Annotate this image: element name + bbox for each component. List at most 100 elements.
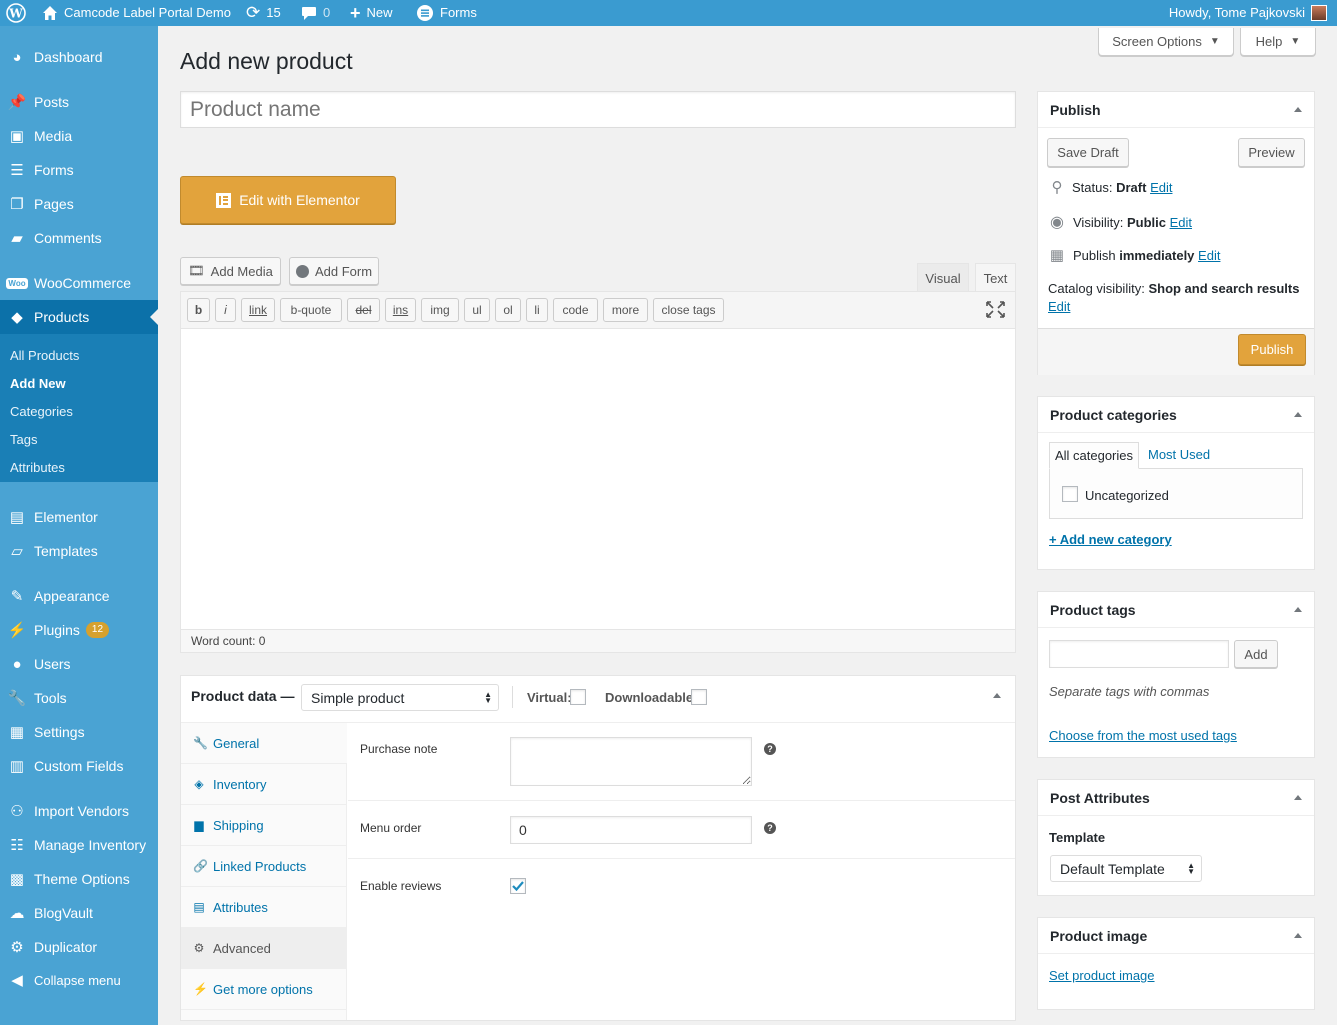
tab-general[interactable]: 🔧 General xyxy=(181,723,347,764)
collapse-toggle-icon[interactable] xyxy=(1294,412,1302,417)
collapse-toggle-icon[interactable] xyxy=(1294,933,1302,938)
forms-link[interactable]: Forms xyxy=(416,0,477,26)
edit-status-link[interactable]: Edit xyxy=(1150,180,1172,195)
edit-with-elementor-button[interactable]: Edit with Elementor xyxy=(180,176,396,224)
menu-elementor[interactable]: ▤ Elementor xyxy=(0,500,158,534)
add-form-button[interactable]: Add Form xyxy=(289,257,379,285)
site-name-link[interactable]: Camcode Label Portal Demo xyxy=(42,0,231,26)
template-select[interactable]: Default Template ▲ ▼ xyxy=(1050,855,1202,882)
quicktag-blockquote[interactable]: b-quote xyxy=(280,298,342,322)
publish-button[interactable]: Publish xyxy=(1238,334,1306,365)
menu-comments[interactable]: ▰ Comments xyxy=(0,221,158,255)
menu-appearance[interactable]: ✎ Appearance xyxy=(0,579,158,613)
quicktag-li[interactable]: li xyxy=(526,298,548,322)
collapse-toggle-icon[interactable] xyxy=(993,693,1001,698)
menu-manage-inventory[interactable]: ☷ Manage Inventory xyxy=(0,828,158,862)
new-tag-input[interactable] xyxy=(1049,640,1229,668)
menu-settings[interactable]: ▦ Settings xyxy=(0,715,158,749)
menu-blogvault[interactable]: ☁ BlogVault xyxy=(0,896,158,930)
submenu-all-products[interactable]: All Products xyxy=(10,348,79,363)
tab-text[interactable]: Text xyxy=(975,263,1016,292)
menu-posts[interactable]: 📌 Posts xyxy=(0,85,158,119)
add-media-button[interactable]: 🎞 Add Media xyxy=(180,257,281,285)
quicktag-ins[interactable]: ins xyxy=(385,298,416,322)
enable-reviews-checkbox[interactable] xyxy=(510,878,526,894)
help-tip-icon[interactable]: ? xyxy=(764,743,776,755)
category-checkbox[interactable] xyxy=(1062,486,1078,502)
edit-visibility-link[interactable]: Edit xyxy=(1170,215,1192,230)
product-type-select[interactable]: Simple product ▲ ▼ xyxy=(301,684,499,711)
publish-header[interactable]: Publish xyxy=(1038,92,1314,128)
menu-users[interactable]: ● Users xyxy=(0,647,158,681)
set-product-image-link[interactable]: Set product image xyxy=(1049,968,1155,983)
updates-link[interactable]: ⟳ 15 xyxy=(246,0,281,26)
content-textarea[interactable] xyxy=(182,330,1014,628)
submenu-add-new[interactable]: Add New xyxy=(10,376,66,391)
edit-catalog-link[interactable]: Edit xyxy=(1048,299,1070,314)
product-name-input[interactable] xyxy=(180,91,1016,128)
attributes-header[interactable]: Post Attributes xyxy=(1038,780,1314,816)
comments-link[interactable]: 0 xyxy=(301,0,330,26)
screen-options-button[interactable]: Screen Options ▼ xyxy=(1098,28,1234,56)
submenu-attributes[interactable]: Attributes xyxy=(10,460,65,475)
fullscreen-icon[interactable] xyxy=(986,301,1005,318)
quicktag-bold[interactable]: b xyxy=(187,298,210,322)
new-link[interactable]: + New xyxy=(350,0,393,26)
help-tip-icon[interactable]: ? xyxy=(764,822,776,834)
menu-custom-fields[interactable]: ▥ Custom Fields xyxy=(0,749,158,783)
menu-forms[interactable]: ☰ Forms xyxy=(0,153,158,187)
menu-media[interactable]: ▣ Media xyxy=(0,119,158,153)
choose-tags-link[interactable]: Choose from the most used tags xyxy=(1049,728,1237,743)
tab-shipping[interactable]: ▆ Shipping xyxy=(181,805,347,846)
menu-import-vendors[interactable]: ⚇ Import Vendors xyxy=(0,794,158,828)
wordpress-logo-icon[interactable]: W xyxy=(6,0,26,26)
collapse-toggle-icon[interactable] xyxy=(1294,795,1302,800)
add-new-category-link[interactable]: + Add new category xyxy=(1049,532,1172,547)
tab-get-more-options[interactable]: ⚡ Get more options xyxy=(181,969,347,1010)
menu-dashboard[interactable]: ◕ Dashboard xyxy=(0,40,158,74)
preview-button[interactable]: Preview xyxy=(1238,138,1305,167)
submenu-tags[interactable]: Tags xyxy=(10,432,37,447)
menu-duplicator[interactable]: ⚙ Duplicator xyxy=(0,930,158,964)
cloud-icon: ☁ xyxy=(9,905,25,922)
tab-visual[interactable]: Visual xyxy=(917,263,969,292)
menu-tools[interactable]: 🔧 Tools xyxy=(0,681,158,715)
quicktag-code[interactable]: code xyxy=(553,298,598,322)
menu-templates[interactable]: ▱ Templates xyxy=(0,534,158,568)
menu-products[interactable]: ◆ Products xyxy=(0,300,158,334)
quicktag-close-tags[interactable]: close tags xyxy=(653,298,724,322)
tab-inventory[interactable]: ◈ Inventory xyxy=(181,764,347,805)
menu-theme-options[interactable]: ▩ Theme Options xyxy=(0,862,158,896)
tags-header[interactable]: Product tags xyxy=(1038,592,1314,628)
collapse-toggle-icon[interactable] xyxy=(1294,607,1302,612)
quicktag-link[interactable]: link xyxy=(241,298,275,322)
menu-plugins[interactable]: ⚡ Plugins 12 xyxy=(0,613,158,647)
add-tag-button[interactable]: Add xyxy=(1234,640,1278,668)
categories-header[interactable]: Product categories xyxy=(1038,397,1314,433)
submenu-categories[interactable]: Categories xyxy=(10,404,73,419)
quicktag-more[interactable]: more xyxy=(603,298,648,322)
tab-advanced[interactable]: ⚙ Advanced xyxy=(181,928,347,969)
edit-publish-date-link[interactable]: Edit xyxy=(1198,248,1220,263)
tab-all-categories[interactable]: All categories xyxy=(1049,442,1139,469)
tab-attributes[interactable]: ▤ Attributes xyxy=(181,887,347,928)
account-menu[interactable]: Howdy, Tome Pajkovski xyxy=(1169,0,1327,26)
menu-pages[interactable]: ❐ Pages xyxy=(0,187,158,221)
quicktag-ul[interactable]: ul xyxy=(464,298,490,322)
image-header[interactable]: Product image xyxy=(1038,918,1314,954)
virtual-checkbox[interactable] xyxy=(570,689,586,705)
quicktag-ol[interactable]: ol xyxy=(495,298,521,322)
quicktag-del[interactable]: del xyxy=(347,298,380,322)
tab-most-used[interactable]: Most Used xyxy=(1148,447,1210,462)
menu-woocommerce[interactable]: Woo WooCommerce xyxy=(0,266,158,300)
downloadable-checkbox[interactable] xyxy=(691,689,707,705)
menu-collapse[interactable]: ◀ Collapse menu xyxy=(0,963,158,997)
collapse-toggle-icon[interactable] xyxy=(1294,107,1302,112)
tab-linked-products[interactable]: 🔗 Linked Products xyxy=(181,846,347,887)
purchase-note-textarea[interactable] xyxy=(510,737,752,786)
save-draft-button[interactable]: Save Draft xyxy=(1047,138,1129,167)
quicktag-italic[interactable]: i xyxy=(215,298,236,322)
menu-order-input[interactable] xyxy=(510,816,752,844)
help-button[interactable]: Help ▼ xyxy=(1240,28,1316,56)
quicktag-img[interactable]: img xyxy=(421,298,459,322)
